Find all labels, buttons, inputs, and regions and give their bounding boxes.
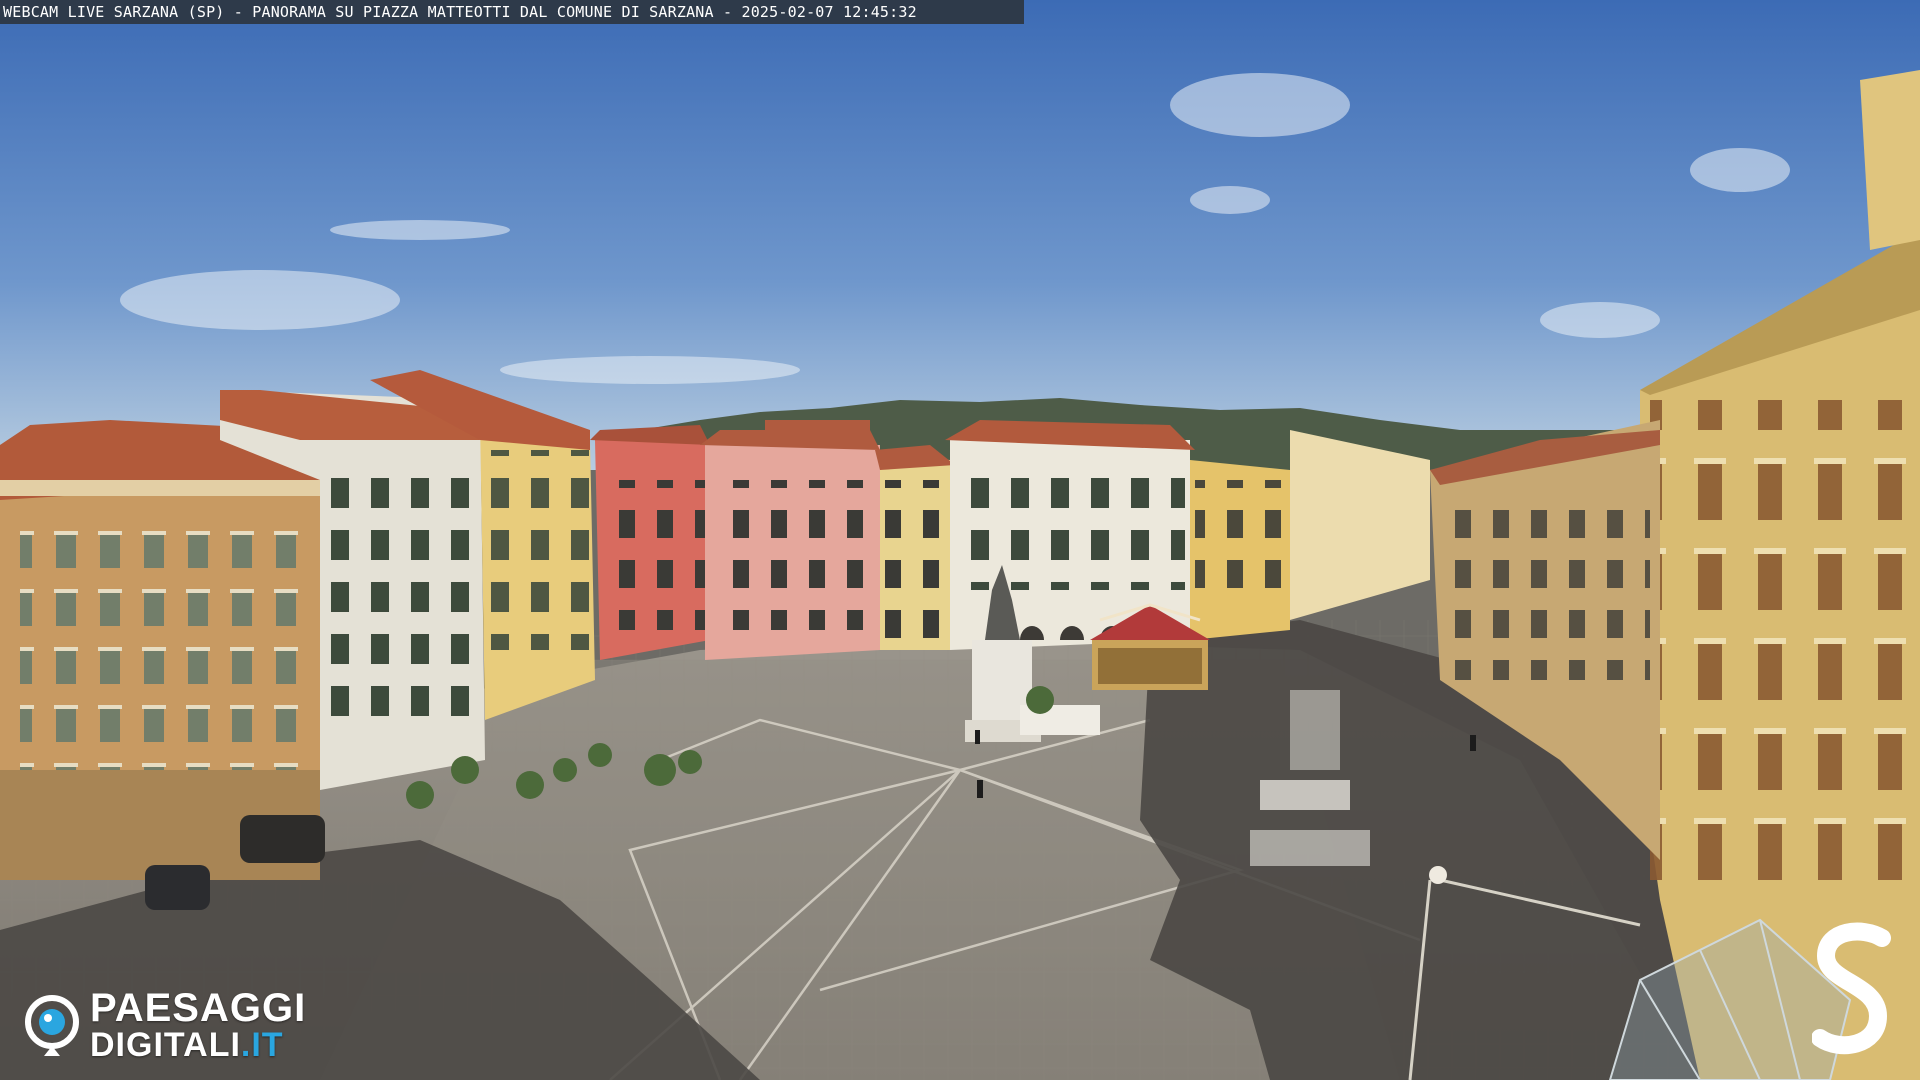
lamp-head [1429, 866, 1447, 884]
building-left-orange [0, 420, 320, 880]
building-pink [700, 420, 880, 660]
building-light-yellow [875, 445, 955, 650]
logo-digitali-text: DIGITALI [90, 1026, 241, 1064]
carousel [1090, 603, 1210, 690]
logo-it-suffix: .IT [240, 1026, 284, 1064]
eye-camera-icon [25, 995, 79, 1056]
logo-line-paesaggi: PAESAGGI [90, 986, 307, 1030]
webcam-view [0, 0, 1920, 1080]
webcam-title-overlay: WEBCAM LIVE SARZANA (SP) - PANORAMA SU P… [0, 0, 1024, 24]
s-mark-logo [1812, 922, 1891, 1055]
building-red [590, 425, 710, 660]
piazza-scene [0, 0, 1920, 1080]
paesaggi-digitali-logo: PAESAGGI DIGITALI.IT [24, 986, 307, 1062]
logo-line-digitali: DIGITALI.IT [90, 1028, 306, 1062]
